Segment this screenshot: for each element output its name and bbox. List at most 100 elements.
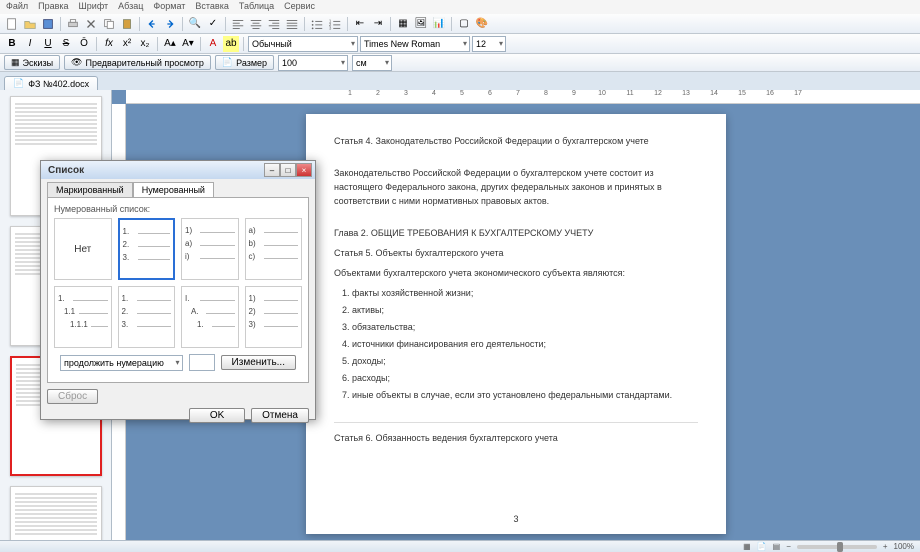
menu-format[interactable]: Формат: [153, 1, 185, 13]
font-shrink-icon[interactable]: A▾: [180, 36, 196, 52]
borders-icon[interactable]: ▢: [456, 16, 472, 32]
italic-icon[interactable]: I: [22, 36, 38, 52]
sub-icon[interactable]: x₂: [137, 36, 153, 52]
sup-icon[interactable]: x²: [119, 36, 135, 52]
style-combo[interactable]: Обычный: [248, 36, 358, 52]
separator: [304, 17, 305, 31]
separator: [390, 17, 391, 31]
bullet-list-icon[interactable]: [309, 16, 325, 32]
paste-icon[interactable]: [119, 16, 135, 32]
view-mode-icon[interactable]: ▤: [773, 542, 781, 551]
menu-font[interactable]: Шрифт: [79, 1, 109, 13]
list-style-grid: Нет 1. 2. 3. 1) a) i) a) b) c) 1. 1.1 1.…: [54, 218, 302, 348]
view-mode-icon[interactable]: ▦: [743, 542, 751, 551]
redo-icon[interactable]: [162, 16, 178, 32]
article-4-body: Законодательство Российской Федерации о …: [334, 166, 698, 208]
print-icon[interactable]: [65, 16, 81, 32]
list-option-7[interactable]: 1) 2) 3): [245, 286, 303, 348]
numbered-list-icon[interactable]: 123: [327, 16, 343, 32]
menu-insert[interactable]: Вставка: [195, 1, 228, 13]
font-combo[interactable]: Times New Roman: [360, 36, 470, 52]
spellcheck-icon[interactable]: ✓: [205, 16, 221, 32]
menu-service[interactable]: Сервис: [284, 1, 315, 13]
list-option-3[interactable]: a) b) c): [245, 218, 303, 280]
list-item: расходы;: [352, 371, 698, 385]
list-option-6[interactable]: I. A. 1.: [181, 286, 239, 348]
cancel-button[interactable]: Отмена: [251, 408, 309, 423]
continue-numbering-combo[interactable]: продолжить нумерацию: [60, 355, 183, 371]
overline-icon[interactable]: Ō: [76, 36, 92, 52]
strike-icon[interactable]: S: [58, 36, 74, 52]
zoom-combo[interactable]: 100: [278, 55, 348, 71]
separator: [347, 17, 348, 31]
zoom-slider[interactable]: [797, 545, 877, 549]
save-icon[interactable]: [40, 16, 56, 32]
dialog-titlebar[interactable]: Список – □ ×: [41, 161, 315, 179]
fill-color-icon[interactable]: 🎨: [474, 16, 490, 32]
thumbnails-button[interactable]: ▦Эскизы: [4, 55, 60, 70]
align-justify-icon[interactable]: [284, 16, 300, 32]
article-4-title: Статья 4. Законодательство Российской Фе…: [334, 134, 698, 148]
underline-icon[interactable]: U: [40, 36, 56, 52]
chart-icon[interactable]: 📊: [431, 16, 447, 32]
thumbnail-page[interactable]: [10, 486, 102, 540]
menu-paragraph[interactable]: Абзац: [118, 1, 143, 13]
zoom-value[interactable]: 100%: [894, 542, 914, 551]
separator: [96, 37, 97, 51]
level-input[interactable]: [189, 354, 215, 371]
align-right-icon[interactable]: [266, 16, 282, 32]
minimize-icon[interactable]: –: [264, 163, 280, 177]
font-color-icon[interactable]: A: [205, 36, 221, 52]
separator: [225, 17, 226, 31]
close-icon[interactable]: ×: [296, 163, 312, 177]
tab-numbered[interactable]: Нумерованный: [133, 182, 214, 197]
align-left-icon[interactable]: [230, 16, 246, 32]
modify-button[interactable]: Изменить...: [221, 355, 296, 370]
font-grow-icon[interactable]: A▴: [162, 36, 178, 52]
article-5-intro: Объектами бухгалтерского учета экономиче…: [334, 266, 698, 280]
grid-icon: ▦: [11, 57, 20, 68]
list-option-4[interactable]: 1. 1.1 1.1.1: [54, 286, 112, 348]
list-option-1[interactable]: 1. 2. 3.: [118, 218, 176, 280]
image-icon[interactable]: 🖼: [413, 16, 429, 32]
document-tab[interactable]: 📄 ФЗ №402.docx: [4, 76, 98, 90]
document-page[interactable]: Статья 4. Законодательство Российской Фе…: [306, 114, 726, 534]
chapter-2-title: Глава 2. ОБЩИЕ ТРЕБОВАНИЯ К БУХГАЛТЕРСКО…: [334, 226, 698, 240]
horizontal-ruler[interactable]: 1234567891011121314151617: [126, 90, 920, 104]
function-icon[interactable]: fx: [101, 36, 117, 52]
list-option-5[interactable]: 1. 2. 3.: [118, 286, 176, 348]
eye-icon: 👁: [71, 57, 82, 68]
separator: [182, 17, 183, 31]
copy-icon[interactable]: [101, 16, 117, 32]
list-option-2[interactable]: 1) a) i): [181, 218, 239, 280]
indent-decrease-icon[interactable]: ⇤: [352, 16, 368, 32]
table-icon[interactable]: ▦: [395, 16, 411, 32]
highlight-icon[interactable]: ab: [223, 36, 239, 52]
menu-edit[interactable]: Правка: [38, 1, 68, 13]
size-button[interactable]: 📄Размер: [215, 55, 274, 70]
new-doc-icon[interactable]: [4, 16, 20, 32]
cut-icon[interactable]: [83, 16, 99, 32]
view-mode-icon[interactable]: 📄: [757, 542, 767, 551]
maximize-icon[interactable]: □: [280, 163, 296, 177]
indent-increase-icon[interactable]: ⇥: [370, 16, 386, 32]
ok-button[interactable]: OK: [189, 408, 245, 423]
dialog-title: Список: [44, 165, 84, 176]
size-combo[interactable]: 12: [472, 36, 506, 52]
tab-bulleted[interactable]: Маркированный: [47, 182, 133, 197]
align-center-icon[interactable]: [248, 16, 264, 32]
zoom-out-icon[interactable]: −: [786, 542, 791, 551]
preview-button[interactable]: 👁Предварительный просмотр: [64, 55, 211, 70]
open-icon[interactable]: [22, 16, 38, 32]
list-option-none[interactable]: Нет: [54, 218, 112, 280]
bold-icon[interactable]: B: [4, 36, 20, 52]
unit-combo[interactable]: см: [352, 55, 392, 71]
zoom-in-icon[interactable]: +: [883, 542, 888, 551]
menubar: Файл Правка Шрифт Абзац Формат Вставка Т…: [0, 0, 920, 14]
format-toolbar: B I U S Ō fx x² x₂ A▴ A▾ A ab Обычный Ti…: [0, 34, 920, 54]
menu-table[interactable]: Таблица: [239, 1, 274, 13]
zoom-in-icon[interactable]: 🔍: [187, 16, 203, 32]
undo-icon[interactable]: [144, 16, 160, 32]
menu-file[interactable]: Файл: [6, 1, 28, 13]
reset-button[interactable]: Сброс: [47, 389, 98, 404]
